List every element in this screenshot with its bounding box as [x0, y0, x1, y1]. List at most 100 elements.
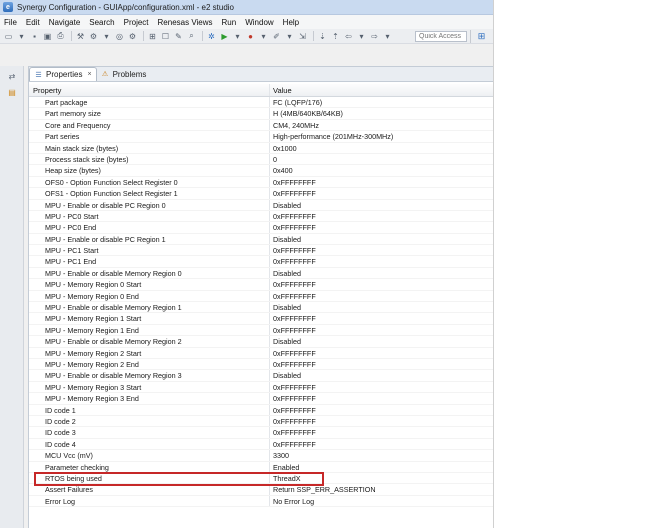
value-cell[interactable]: 0xFFFFFFFF [270, 393, 493, 403]
table-row[interactable]: Core and Frequency CM4, 240MHz [29, 119, 493, 132]
table-row[interactable]: MPU - Enable or disable Memory Region 3D… [29, 370, 493, 382]
menu-run[interactable]: Run [222, 18, 237, 27]
value-cell[interactable]: 0xFFFFFFFF [270, 313, 493, 323]
dropdown-arrow-icon[interactable]: ▾ [258, 31, 269, 42]
perspective-icon[interactable]: ⊞ [470, 30, 492, 43]
back-icon[interactable]: ⇦ [343, 31, 354, 42]
close-icon[interactable]: × [87, 71, 91, 78]
previous-annotation-icon[interactable]: ⇡ [330, 31, 341, 42]
menu-window[interactable]: Window [245, 18, 273, 27]
value-cell[interactable]: No Error Log [270, 496, 493, 506]
value-cell[interactable]: FC (LQFP/176) [270, 97, 493, 107]
quick-access-input[interactable] [415, 31, 467, 42]
dropdown-arrow-icon[interactable]: ▾ [382, 31, 393, 42]
table-row[interactable]: MPU - Memory Region 2 Start 0xFFFFFFFF [29, 347, 493, 359]
table-row[interactable]: MPU - Enable or disable PC Region 0 Disab… [29, 199, 493, 211]
value-cell[interactable]: Disabled [270, 234, 493, 244]
tab-properties[interactable]: ☰ Properties × [29, 67, 97, 81]
menu-file[interactable]: File [4, 18, 17, 27]
table-row[interactable]: MPU - Memory Region 3 Start 0xFFFFFFFF [29, 381, 493, 394]
value-cell[interactable]: Disabled [270, 268, 493, 278]
menu-help[interactable]: Help [283, 18, 299, 27]
value-cell[interactable]: 0xFFFFFFFF [270, 439, 493, 449]
search-icon[interactable]: ⌕ [186, 31, 197, 42]
value-cell[interactable]: High-performance (201MHz-300MHz) [270, 131, 493, 141]
table-row[interactable]: MPU - Memory Region 0 End 0xFFFFFFFF [29, 290, 493, 303]
table-row[interactable]: MPU - PC0 Start 0xFFFFFFFF [29, 210, 493, 223]
value-cell[interactable]: Disabled [270, 370, 493, 380]
table-row[interactable]: RTOS being used ThreadX [29, 472, 493, 485]
table-row[interactable]: MPU - Memory Region 2 End 0xFFFFFFFF [29, 358, 493, 371]
table-row[interactable]: MPU - Enable or disable Memory Region 2D… [29, 336, 493, 348]
pin-icon[interactable]: ⇲ [297, 31, 308, 42]
table-row[interactable]: ID code 2 0xFFFFFFFF [29, 415, 493, 428]
save-all-icon[interactable]: ▣ [42, 31, 53, 42]
table-row[interactable]: MPU - Memory Region 1 End 0xFFFFFFFF [29, 324, 493, 337]
value-cell[interactable]: Disabled [270, 336, 493, 346]
value-cell[interactable]: 0x1000 [270, 143, 493, 153]
dropdown-arrow-icon[interactable]: ▾ [232, 31, 243, 42]
table-row[interactable]: Parameter checking Enabled [29, 461, 493, 473]
print-icon[interactable]: ⎙ [55, 31, 66, 42]
value-cell[interactable]: 0xFFFFFFFF [270, 279, 493, 289]
column-header-value[interactable]: Value [270, 84, 493, 96]
debug-icon[interactable]: ✲ [206, 31, 217, 42]
open-type-icon[interactable]: ⊞ [147, 31, 158, 42]
table-row[interactable]: MPU - Memory Region 3 End 0xFFFFFFFF [29, 393, 493, 405]
value-cell[interactable]: 0xFFFFFFFF [270, 427, 493, 437]
debug-config-icon[interactable]: ⚙ [88, 31, 99, 42]
value-cell[interactable]: H (4MB/640KB/64KB) [270, 108, 493, 118]
restore-icon[interactable]: ⇄ [6, 71, 18, 82]
table-row[interactable]: Heap size (bytes) 0x400 [29, 165, 493, 177]
table-row[interactable]: ID code 4 0xFFFFFFFF [29, 438, 493, 451]
value-cell[interactable]: 0xFFFFFFFF [270, 211, 493, 221]
value-cell[interactable]: 0xFFFFFFFF [270, 348, 493, 358]
table-row[interactable]: MPU - Memory Region 0 Start 0xFFFFFFFF [29, 279, 493, 291]
table-row[interactable]: MPU - PC0 End 0xFFFFFFFF [29, 222, 493, 234]
dropdown-arrow-icon[interactable]: ▾ [101, 31, 112, 42]
value-cell[interactable]: ThreadX [270, 473, 493, 483]
menu-project[interactable]: Project [124, 18, 149, 27]
value-cell[interactable]: CM4, 240MHz [270, 120, 493, 130]
menu-navigate[interactable]: Navigate [49, 18, 81, 27]
value-cell[interactable]: 3300 [270, 450, 493, 460]
next-annotation-icon[interactable]: ⇣ [317, 31, 328, 42]
settings-icon[interactable]: ⚙ [127, 31, 138, 42]
edit-icon[interactable]: ✎ [173, 31, 184, 42]
brush-icon[interactable]: ✐ [271, 31, 282, 42]
column-header-property[interactable]: Property [29, 84, 270, 96]
table-row[interactable]: MPU - Enable or disable PC Region 1 Disab… [29, 233, 493, 246]
value-cell[interactable]: 0xFFFFFFFF [270, 245, 493, 255]
value-cell[interactable]: Disabled [270, 302, 493, 312]
value-cell[interactable]: 0xFFFFFFFF [270, 177, 493, 187]
value-cell[interactable]: 0xFFFFFFFF [270, 256, 493, 266]
dropdown-arrow-icon[interactable]: ▾ [356, 31, 367, 42]
value-cell[interactable]: 0xFFFFFFFF [270, 382, 493, 392]
dropdown-arrow-icon[interactable]: ▾ [16, 31, 27, 42]
menu-search[interactable]: Search [89, 18, 114, 27]
table-row[interactable]: MPU - Enable or disable Memory Region 1D… [29, 302, 493, 314]
table-row[interactable]: Main stack size (bytes) 0x1000 [29, 142, 493, 154]
value-cell[interactable]: 0xFFFFFFFF [270, 359, 493, 369]
table-row[interactable]: Assert Failures Return SSP_ERR_ASSERTION [29, 484, 493, 496]
value-cell[interactable]: 0xFFFFFFFF [270, 325, 493, 335]
value-cell[interactable]: 0xFFFFFFFF [270, 188, 493, 198]
table-row[interactable]: MPU - Memory Region 1 Start 0xFFFFFFFF [29, 313, 493, 325]
project-explorer-icon[interactable]: ▤ [6, 87, 18, 98]
table-row[interactable]: ID code 1 0xFFFFFFFF [29, 404, 493, 416]
value-cell[interactable]: 0xFFFFFFFF [270, 405, 493, 415]
table-row[interactable]: MPU - Enable or disable Memory Region 0D… [29, 267, 493, 280]
table-row[interactable]: Part series High-performance (201MHz-300M… [29, 131, 493, 143]
forward-icon[interactable]: ⇨ [369, 31, 380, 42]
open-task-icon[interactable]: ☐ [160, 31, 171, 42]
table-row[interactable]: Part package FC (LQFP/176) [29, 97, 493, 109]
table-row[interactable]: MPU - PC1 Start 0xFFFFFFFF [29, 245, 493, 257]
value-cell[interactable]: 0xFFFFFFFF [270, 416, 493, 426]
table-row[interactable]: Process stack size (bytes) 0 [29, 153, 493, 166]
value-cell[interactable]: 0 [270, 154, 493, 164]
run-icon[interactable]: ▶ [219, 31, 230, 42]
value-cell[interactable]: 0xFFFFFFFF [270, 291, 493, 301]
table-row[interactable]: MPU - PC1 End 0xFFFFFFFF [29, 256, 493, 268]
build-icon[interactable]: ⚒ [75, 31, 86, 42]
target-icon[interactable]: ◎ [114, 31, 125, 42]
